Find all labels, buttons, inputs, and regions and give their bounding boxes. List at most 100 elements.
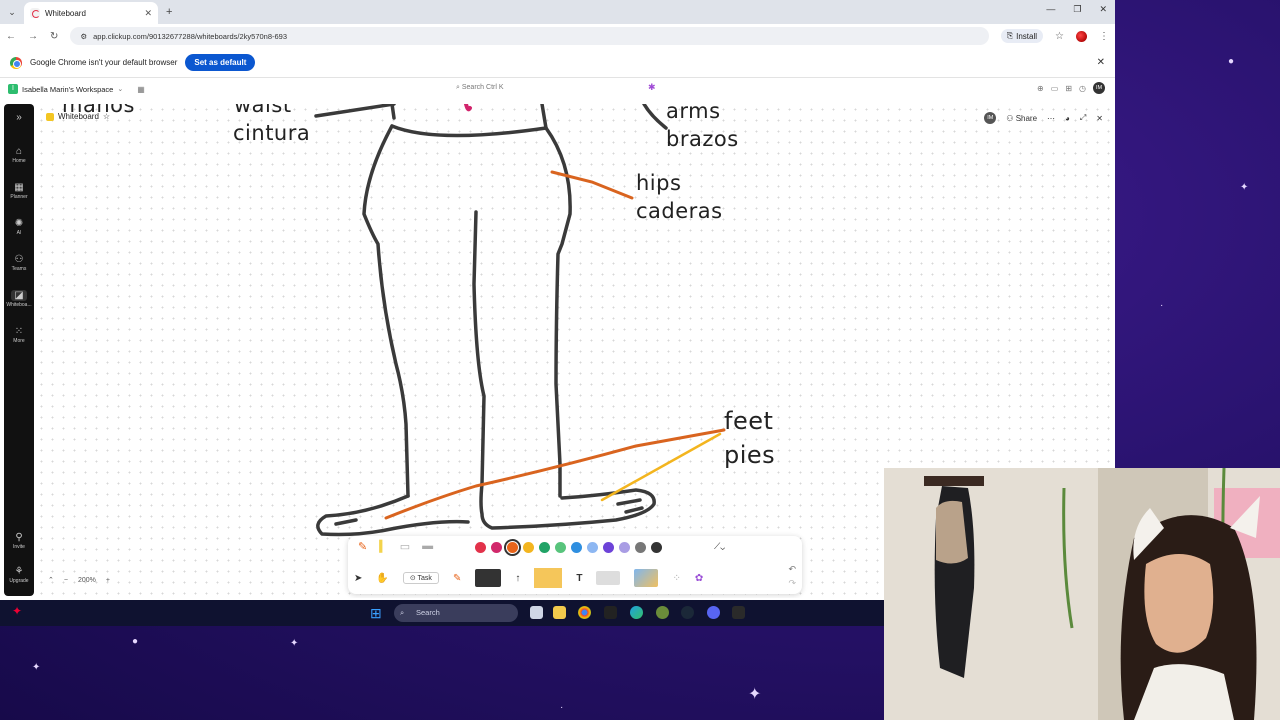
color-swatch[interactable]: [571, 542, 582, 553]
sidebar-item-upgrade[interactable]: ⚘ Upgrade: [4, 566, 34, 584]
task-tool[interactable]: ⊙ Task: [402, 572, 439, 584]
record-icon[interactable]: ⊕: [1037, 84, 1044, 93]
image-tool-icon[interactable]: [634, 569, 659, 587]
windows-start-icon[interactable]: ⊞: [370, 605, 382, 622]
stroke-width-icon[interactable]: ⟋⌄: [714, 541, 725, 552]
minimize-icon[interactable]: —: [1046, 4, 1055, 15]
reload-icon[interactable]: ↻: [50, 31, 58, 42]
epic-games-icon[interactable]: [732, 606, 745, 619]
clock-icon[interactable]: ◷: [1079, 84, 1086, 93]
marker-icon[interactable]: ▭: [400, 540, 410, 553]
workspace-chevron-icon[interactable]: ⌄: [117, 85, 123, 93]
color-swatch[interactable]: [539, 542, 550, 553]
profile-avatar[interactable]: [1076, 30, 1087, 42]
notification-icon[interactable]: ✦: [12, 604, 22, 618]
pen-tool-icon[interactable]: ✎: [453, 573, 461, 584]
bookmark-star-icon[interactable]: ☆: [1055, 31, 1064, 42]
sticky-note-icon[interactable]: [534, 568, 563, 588]
sidebar-item-more[interactable]: ⁙ More: [4, 326, 34, 344]
menu-kebab-icon[interactable]: ⋮: [1099, 31, 1109, 42]
tab-list-button[interactable]: ⌄: [0, 7, 24, 18]
sidebar-item-invite[interactable]: ⚲ Invite: [4, 532, 34, 550]
infobar-close-icon[interactable]: ✕: [1097, 57, 1105, 68]
video-icon[interactable]: ▭: [1051, 84, 1059, 93]
close-icon[interactable]: ✕: [1096, 114, 1103, 123]
favorite-star-icon[interactable]: ☆: [103, 112, 110, 121]
expand-icon[interactable]: ⤢: [1080, 113, 1086, 123]
more-tools-icon[interactable]: ⁘: [672, 573, 680, 584]
sidebar-expand[interactable]: »: [4, 112, 34, 123]
shape-tool-icon[interactable]: [475, 569, 502, 587]
close-window-icon[interactable]: ✕: [1099, 4, 1107, 15]
ai-assist-icon[interactable]: ◕: [1065, 114, 1070, 123]
more-options-icon[interactable]: ⋯: [1047, 114, 1055, 123]
sidebar-item-home[interactable]: ⌂ Home: [4, 146, 34, 164]
pen-tool-icon[interactable]: ✎: [358, 540, 367, 553]
frame-tool-icon[interactable]: [596, 571, 621, 585]
chrome-icon[interactable]: [578, 606, 591, 619]
zoom-out-button[interactable]: −: [64, 577, 68, 584]
taskview-icon[interactable]: [530, 606, 543, 619]
global-search[interactable]: ⌕ Search Ctrl K: [456, 84, 504, 92]
arrow-tool-icon[interactable]: ↑: [515, 573, 520, 584]
whiteboard-title[interactable]: Whiteboard: [58, 112, 99, 121]
tab-close-icon[interactable]: ✕: [144, 8, 152, 19]
forward-icon[interactable]: →: [28, 31, 38, 42]
steam-icon[interactable]: [681, 606, 694, 619]
label-feet[interactable]: feet: [724, 406, 773, 437]
share-button[interactable]: ⚇ Share: [1006, 114, 1037, 123]
label-pies[interactable]: pies: [724, 440, 775, 471]
redo-icon[interactable]: ↷: [788, 578, 796, 589]
eraser-icon[interactable]: ▬: [422, 540, 433, 553]
color-swatch[interactable]: [603, 542, 614, 553]
game-icon[interactable]: [656, 606, 669, 619]
app-icon[interactable]: [604, 606, 617, 619]
collapse-up-icon[interactable]: ⌃: [48, 576, 54, 584]
highlighter-icon[interactable]: ▍: [379, 540, 387, 553]
label-waist[interactable]: waist: [234, 104, 292, 119]
zoom-in-button[interactable]: +: [106, 577, 110, 584]
select-cursor-icon[interactable]: ➤: [354, 573, 362, 584]
discord-icon[interactable]: [707, 606, 720, 619]
workspace-name[interactable]: Isabella Marin's Workspace: [22, 85, 113, 94]
color-swatch[interactable]: [475, 542, 486, 553]
taskbar-search[interactable]: ⌕ Search: [394, 604, 518, 622]
sidebar-item-teams[interactable]: ⚇ Teams: [4, 254, 34, 272]
sidebar-item-ai[interactable]: ✺ AI: [4, 218, 34, 236]
label-cintura[interactable]: cintura: [233, 120, 310, 147]
label-caderas[interactable]: caderas: [636, 198, 723, 225]
zoom-level[interactable]: 200%: [78, 577, 96, 584]
tab-whiteboard[interactable]: Whiteboard ✕: [24, 2, 158, 24]
sidebar-item-planner[interactable]: ▦ Planner: [4, 182, 34, 200]
install-button[interactable]: ⎘ Install: [1000, 29, 1044, 43]
color-swatch[interactable]: [555, 542, 566, 553]
label-hips[interactable]: hips: [636, 170, 681, 197]
color-swatch[interactable]: [651, 542, 662, 553]
hand-pan-icon[interactable]: ✋: [376, 573, 388, 584]
back-icon[interactable]: ←: [6, 31, 16, 42]
undo-icon[interactable]: ↶: [788, 564, 796, 575]
maximize-icon[interactable]: ❐: [1073, 4, 1081, 15]
color-swatch[interactable]: [635, 542, 646, 553]
color-swatch[interactable]: [523, 542, 534, 553]
set-default-button[interactable]: Set as default: [185, 54, 256, 71]
edge-icon[interactable]: [630, 606, 643, 619]
color-swatch[interactable]: [504, 539, 521, 556]
sidebar-item-whiteboards[interactable]: ◪ Whiteboa...: [4, 290, 34, 308]
text-tool-icon[interactable]: T: [576, 573, 582, 584]
chrome-logo-icon: [10, 56, 22, 69]
site-info-icon[interactable]: ⚙: [80, 32, 87, 41]
color-swatch[interactable]: [491, 542, 502, 553]
ai-sparkle-icon[interactable]: ✱: [648, 82, 656, 93]
label-arms[interactable]: arms: [666, 104, 721, 125]
ai-tools-icon[interactable]: ✿: [695, 573, 703, 584]
new-tab-button[interactable]: +: [166, 6, 172, 18]
apps-icon[interactable]: ⊞: [1065, 84, 1072, 93]
user-avatar[interactable]: IM: [1093, 82, 1105, 94]
label-brazos[interactable]: brazos: [666, 126, 739, 153]
calendar-icon[interactable]: ▦: [137, 85, 145, 94]
color-swatch[interactable]: [587, 542, 598, 553]
url-field[interactable]: ⚙ app.clickup.com/90132677288/whiteboard…: [70, 27, 989, 45]
color-swatch[interactable]: [619, 542, 630, 553]
file-explorer-icon[interactable]: [553, 606, 566, 619]
